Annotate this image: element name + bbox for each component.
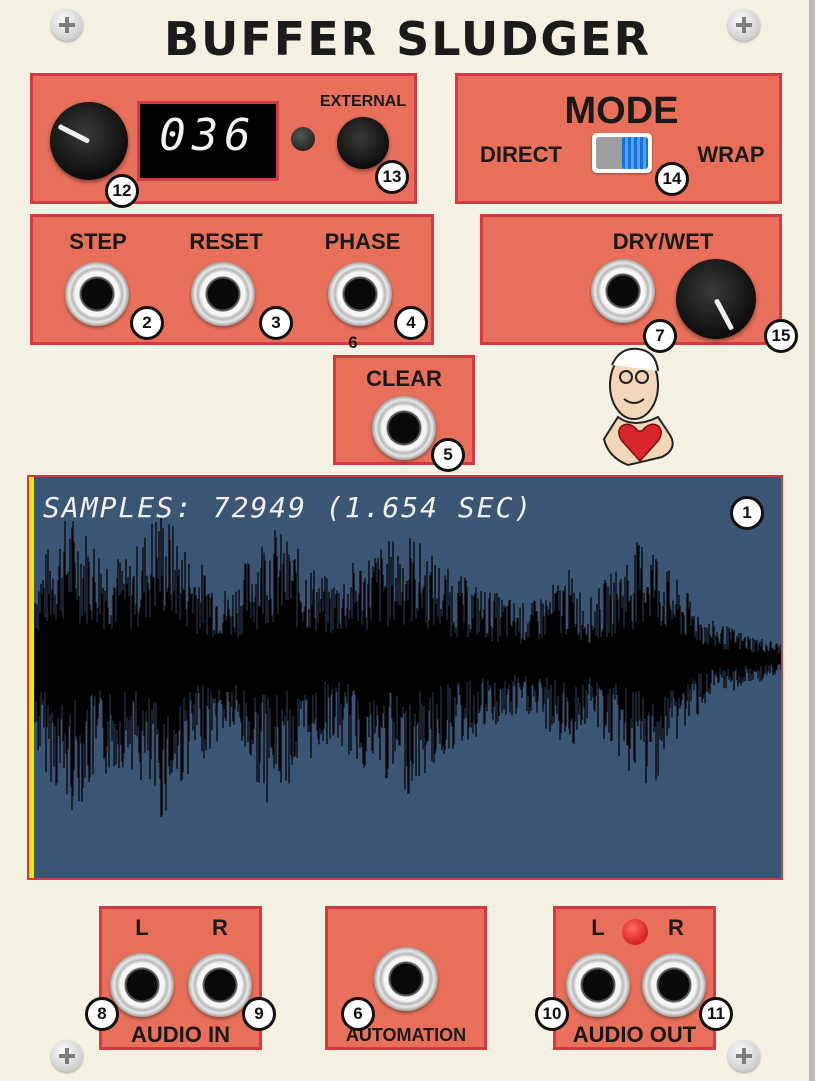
status-led: [291, 127, 315, 151]
position-knob[interactable]: [50, 102, 128, 180]
waveform-display[interactable]: SAMPLES: 72949 (1.654 SEC) 1: [27, 475, 783, 880]
audio-out-title: AUDIO OUT: [572, 1022, 697, 1047]
badge-5: 5: [431, 438, 465, 472]
audio-in-l-label: L: [135, 915, 149, 940]
audio-out-r-label: R: [668, 915, 684, 940]
position-section: 12 036 EXTERNAL 13: [30, 73, 417, 208]
step-jack[interactable]: [65, 262, 129, 326]
audio-in-r-label: R: [212, 915, 228, 940]
badge-12: 12: [105, 174, 139, 208]
samples-readout: SAMPLES: 72949 (1.654 SEC): [43, 491, 534, 524]
badge-14: 14: [655, 162, 689, 196]
phase-label: PHASE: [324, 229, 401, 254]
playhead[interactable]: [29, 477, 34, 878]
audio-out-section: L R AUDIO OUT 10 11: [535, 906, 733, 1050]
badge-8: 8: [85, 997, 119, 1031]
audio-out-l-label: L: [591, 915, 605, 940]
display-value: 036: [159, 110, 257, 161]
drywet-label: DRY/WET: [612, 229, 714, 254]
audio-in-title: AUDIO IN: [131, 1022, 230, 1047]
drywet-cv-jack[interactable]: [591, 259, 655, 323]
audio-in-section: L R AUDIO IN 8 9: [85, 906, 276, 1050]
badge-9: 9: [242, 997, 276, 1031]
clear-label: CLEAR: [366, 366, 442, 391]
audio-out-clip-led: [622, 919, 648, 945]
mode-direct-label: DIRECT: [480, 142, 562, 167]
knob-indicator-icon: [57, 123, 91, 144]
clear-section: CLEAR 5: [333, 355, 475, 472]
switch-handle: [622, 137, 648, 169]
drywet-knob[interactable]: [676, 259, 756, 339]
audio-in-l-jack[interactable]: [110, 953, 174, 1017]
mode-section: MODE DIRECT WRAP 14: [455, 73, 782, 204]
badge-3: 3: [259, 306, 293, 340]
module-panel: BUFFER SLUDGER 12 036 EXTERNAL 13 MODE D…: [0, 0, 815, 1081]
screw-icon: [728, 1040, 760, 1072]
badge-2: 2: [130, 306, 164, 340]
audio-out-l-jack[interactable]: [566, 953, 630, 1017]
external-jack[interactable]: [337, 117, 389, 169]
badge-11: 11: [699, 997, 733, 1031]
waveform-plot: [34, 515, 781, 818]
reset-jack[interactable]: [191, 262, 255, 326]
drywet-section: DRY/WET 7 15: [480, 214, 798, 353]
phase-jack[interactable]: [328, 262, 392, 326]
waveform-trace: [34, 515, 781, 818]
mode-toggle-switch[interactable]: [592, 133, 652, 173]
knob-indicator-icon: [713, 298, 735, 331]
value-display: 036: [137, 101, 279, 181]
trigger-inputs-section: STEP RESET PHASE 2 3 4: [30, 214, 434, 345]
automation-jack[interactable]: [374, 947, 438, 1011]
external-label: EXTERNAL: [319, 93, 407, 110]
clear-annotation: 6: [348, 333, 358, 352]
badge-13: 13: [375, 160, 409, 194]
screw-icon: [51, 1040, 83, 1072]
step-label: STEP: [69, 229, 127, 254]
mascot-heart-icon: [602, 347, 674, 467]
audio-out-r-jack[interactable]: [642, 953, 706, 1017]
badge-1: 1: [730, 496, 764, 530]
badge-15: 15: [764, 319, 798, 353]
reset-label: RESET: [189, 229, 263, 254]
module-title: BUFFER SLUDGER: [163, 12, 652, 66]
clear-jack[interactable]: [372, 396, 436, 460]
mode-title: MODE: [564, 90, 679, 132]
automation-section: AUTOMATION 6: [325, 906, 487, 1050]
badge-6: 6: [341, 997, 375, 1031]
mode-wrap-label: WRAP: [697, 142, 765, 167]
badge-4: 4: [394, 306, 428, 340]
badge-10: 10: [535, 997, 569, 1031]
